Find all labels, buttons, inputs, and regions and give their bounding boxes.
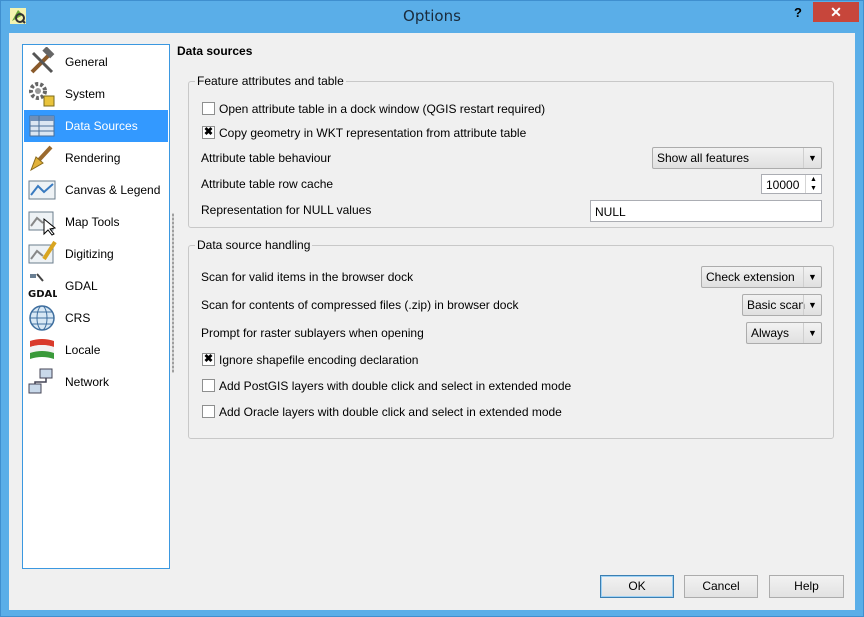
sidebar-item-general[interactable]: General — [24, 46, 168, 78]
postgis-double-click-checkbox[interactable] — [202, 379, 215, 392]
null-representation-input[interactable]: NULL — [590, 200, 822, 222]
spin-buttons[interactable]: ▲ ▼ — [805, 175, 821, 193]
ignore-shapefile-encoding-checkbox[interactable]: ✖ — [202, 353, 215, 366]
sidebar-item-label: General — [65, 55, 108, 69]
field-label: Scan for contents of compressed files (.… — [201, 298, 519, 312]
ok-button[interactable]: OK — [600, 575, 674, 598]
svg-text:GDAL: GDAL — [28, 289, 57, 300]
map-cursor-icon — [28, 211, 57, 236]
sidebar-item-data-sources[interactable]: Data Sources — [24, 110, 168, 142]
field-label: Prompt for raster sublayers when opening — [201, 326, 424, 340]
flag-icon — [30, 339, 54, 359]
oracle-double-click-checkbox[interactable] — [202, 405, 215, 418]
gdal-satellite-icon: GDAL — [28, 273, 57, 300]
copy-wkt-checkbox[interactable]: ✖ — [202, 126, 215, 139]
sidebar-item-map-tools[interactable]: Map Tools — [24, 206, 168, 238]
spinbox-value: 10000 — [766, 178, 800, 192]
sidebar-item-label: Rendering — [65, 151, 121, 165]
table-icon — [29, 115, 55, 137]
sidebar-item-network[interactable]: Network — [24, 366, 168, 398]
sidebar-item-label: Digitizing — [65, 247, 114, 261]
title-bar[interactable]: Options ? ✕ — [1, 1, 863, 33]
row-cache-spinbox[interactable]: 10000 ▲ ▼ — [761, 174, 822, 194]
globe-icon — [29, 305, 55, 331]
feature-attributes-group: Feature attributes and table Open attrib… — [188, 74, 834, 228]
window-title: Options — [403, 7, 461, 25]
open-in-dock-checkbox[interactable] — [202, 102, 215, 115]
select-value: Always — [751, 326, 790, 340]
brush-icon — [30, 145, 53, 172]
scan-valid-items-select[interactable]: Check extension ▼ — [701, 266, 822, 288]
field-label: Representation for NULL values — [201, 203, 372, 217]
map-legend-icon — [28, 180, 56, 200]
checkbox-label: Copy geometry in WKT representation from… — [219, 126, 527, 140]
help-button[interactable]: Help — [769, 575, 844, 598]
raster-sublayers-select[interactable]: Always ▼ — [746, 322, 822, 344]
select-value: Check extension — [706, 270, 795, 284]
checkbox-label: Add Oracle layers with double click and … — [219, 405, 562, 419]
sidebar-item-label: Map Tools — [65, 215, 120, 229]
field-label: Scan for valid items in the browser dock — [201, 270, 414, 284]
sidebar-item-locale[interactable]: Locale — [24, 334, 168, 366]
map-pencil-icon — [28, 240, 57, 264]
spin-up-icon[interactable]: ▲ — [806, 175, 821, 184]
checkbox-label: Open attribute table in a dock window (Q… — [219, 102, 546, 116]
dialog-body: General System Data Sources Rendering Ca… — [9, 33, 855, 610]
field-label: Attribute table behaviour — [201, 151, 332, 165]
tools-icon — [30, 47, 55, 74]
gears-icon — [29, 82, 55, 107]
data-source-handling-group: Data source handling Scan for valid item… — [188, 238, 834, 439]
attribute-table-behaviour-select[interactable]: Show all features ▼ — [652, 147, 822, 169]
select-value: Basic scan — [747, 298, 806, 312]
help-icon[interactable]: ? — [787, 3, 809, 23]
chevron-down-icon: ▼ — [803, 323, 821, 343]
sidebar-item-canvas-legend[interactable]: Canvas & Legend — [24, 174, 168, 206]
sidebar-item-gdal[interactable]: GDAL GDAL — [24, 270, 168, 302]
sidebar-item-label: System — [65, 87, 106, 101]
splitter-handle[interactable] — [172, 213, 174, 373]
sidebar-item-rendering[interactable]: Rendering — [24, 142, 168, 174]
group-title: Data source handling — [195, 238, 313, 252]
chevron-down-icon: ▼ — [803, 295, 821, 315]
chevron-down-icon: ▼ — [803, 267, 821, 287]
sidebar-item-crs[interactable]: CRS — [24, 302, 168, 334]
sidebar-item-label: GDAL — [65, 279, 98, 293]
sidebar-item-label: CRS — [65, 311, 91, 325]
network-icon — [28, 368, 53, 394]
group-title: Feature attributes and table — [195, 74, 346, 88]
close-icon[interactable]: ✕ — [813, 2, 859, 22]
checkbox-label: Add PostGIS layers with double click and… — [219, 379, 572, 393]
sidebar-item-system[interactable]: System — [24, 78, 168, 110]
field-label: Attribute table row cache — [201, 177, 334, 191]
chevron-down-icon: ▼ — [803, 148, 821, 168]
cancel-button[interactable]: Cancel — [684, 575, 758, 598]
checkbox-label: Ignore shapefile encoding declaration — [219, 353, 419, 367]
options-window: Options ? ✕ General System Data Sources … — [0, 0, 864, 617]
select-value: Show all features — [657, 151, 750, 165]
scan-zip-select[interactable]: Basic scan ▼ — [742, 294, 822, 316]
sidebar-item-label: Data Sources — [65, 119, 138, 133]
sidebar-item-label: Locale — [65, 343, 101, 357]
sidebar-item-digitizing[interactable]: Digitizing — [24, 238, 168, 270]
spin-down-icon[interactable]: ▼ — [806, 184, 821, 193]
sidebar-item-label: Network — [65, 375, 110, 389]
page-title: Data sources — [177, 44, 253, 58]
options-sidebar[interactable]: General System Data Sources Rendering Ca… — [22, 44, 170, 569]
sidebar-item-label: Canvas & Legend — [65, 183, 161, 197]
